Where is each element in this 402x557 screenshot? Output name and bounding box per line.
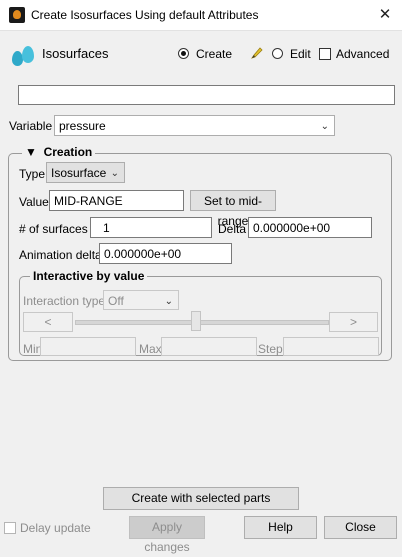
edit-radio-label[interactable]: Edit	[290, 47, 311, 61]
app-icon	[9, 7, 25, 23]
isosurface-drops-icon	[11, 43, 37, 69]
type-select-value: Isosurface	[51, 166, 107, 180]
chevron-down-icon: ⌄	[110, 168, 119, 179]
edit-radio[interactable]	[272, 48, 283, 59]
close-icon[interactable]: ✕	[374, 4, 396, 26]
apply-changes-button[interactable]: Apply changes	[129, 516, 205, 554]
min-input[interactable]	[40, 337, 136, 356]
value-slider-track[interactable]	[75, 320, 329, 325]
create-radio-label[interactable]: Create	[196, 47, 232, 61]
previous-value-button[interactable]: <	[23, 312, 73, 332]
collapse-triangle-icon[interactable]: ▼	[25, 145, 37, 159]
title-divider	[0, 30, 402, 31]
advanced-checkbox[interactable]	[319, 48, 331, 60]
chevron-down-icon: ⌄	[320, 121, 329, 132]
delta-label: Delta	[218, 222, 247, 236]
advanced-checkbox-label[interactable]: Advanced	[336, 47, 389, 61]
value-input[interactable]: MID-RANGE	[49, 190, 184, 211]
delay-update-checkbox[interactable]	[4, 522, 16, 534]
close-button[interactable]: Close	[324, 516, 397, 539]
create-radio[interactable]	[178, 48, 189, 59]
set-to-mid-range-button[interactable]: Set to mid-range	[190, 190, 276, 228]
help-button[interactable]: Help	[244, 516, 317, 539]
chevron-down-icon: ⌄	[164, 296, 173, 307]
num-surfaces-label: # of surfaces	[19, 222, 88, 236]
page-title: Isosurfaces	[42, 46, 109, 61]
type-select[interactable]: Isosurface ⌄	[46, 162, 125, 183]
value-label: Value	[19, 195, 49, 209]
interaction-type-select[interactable]: Off ⌄	[103, 290, 179, 310]
type-label: Type	[19, 167, 46, 181]
interaction-type-label: Interaction type	[23, 294, 106, 308]
num-surfaces-input[interactable]: 1	[90, 217, 212, 238]
variable-label: Variable	[9, 119, 53, 133]
animation-delta-label: Animation delta	[19, 248, 102, 262]
delta-input[interactable]: 0.000000e+00	[248, 217, 372, 238]
create-with-selected-parts-button[interactable]: Create with selected parts	[103, 487, 299, 510]
interactive-group-label: Interactive by value	[30, 269, 148, 283]
step-label: Step	[258, 342, 283, 356]
delay-update-label[interactable]: Delay update	[20, 521, 91, 535]
animation-delta-input[interactable]: 0.000000e+00	[99, 243, 232, 264]
creation-group-label: Creation	[43, 145, 93, 159]
interaction-type-value: Off	[108, 294, 124, 308]
name-field[interactable]	[18, 85, 395, 105]
variable-select-value: pressure	[59, 119, 106, 133]
pencil-icon	[251, 47, 263, 59]
window-title: Create Isosurfaces Using default Attribu…	[31, 8, 259, 22]
next-value-button[interactable]: >	[329, 312, 378, 332]
max-label: Max	[139, 342, 162, 356]
creation-group-header[interactable]: ▼ Creation	[22, 145, 96, 159]
max-input[interactable]	[161, 337, 257, 356]
variable-select[interactable]: pressure ⌄	[54, 115, 335, 136]
step-input[interactable]	[283, 337, 379, 356]
value-slider-thumb[interactable]	[191, 311, 201, 331]
